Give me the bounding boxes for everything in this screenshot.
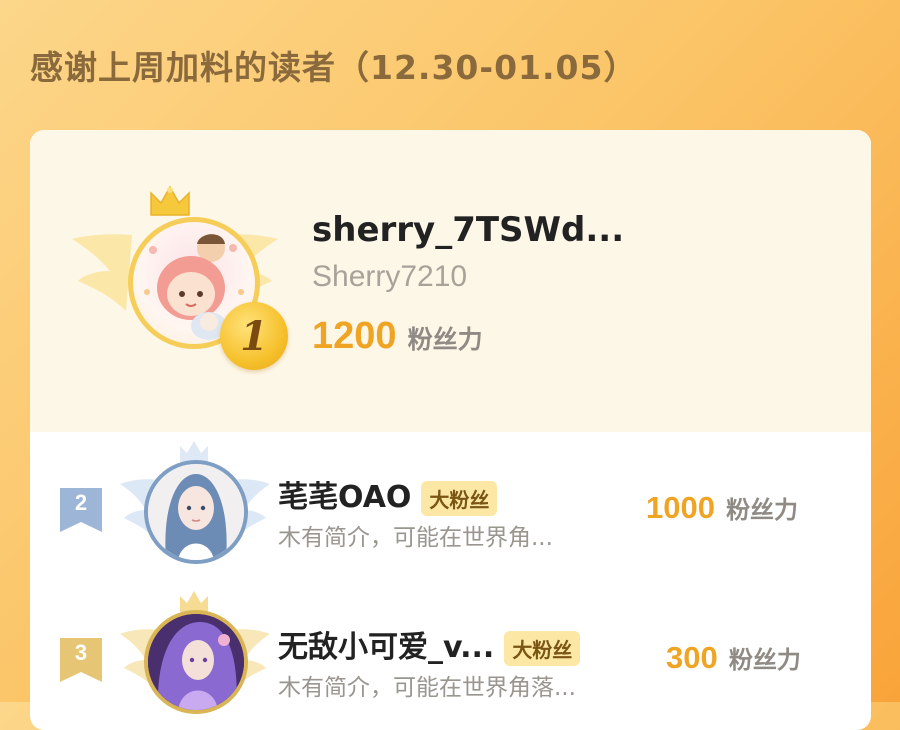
- fan-power-unit: 粉丝力: [726, 496, 799, 524]
- fan-power-value: 1000: [646, 490, 715, 525]
- user-name[interactable]: 芼芼OAO 大粉丝: [278, 472, 498, 516]
- avatar[interactable]: [144, 460, 248, 564]
- crown-icon: [150, 185, 190, 216]
- avatar[interactable]: [144, 610, 248, 714]
- rank-1-badge: 1: [220, 302, 288, 370]
- user-name-text: 无敌小可爱_v...: [278, 630, 495, 665]
- page-title: 感谢上周加料的读者（12.30-01.05）: [30, 48, 638, 87]
- fan-power-value: 1200: [312, 315, 397, 357]
- fan-tag: 大粉丝: [421, 481, 498, 516]
- first-place-section[interactable]: 1 sherry_7TSWd... Sherry7210 1200 粉丝力: [30, 130, 871, 432]
- user-name[interactable]: sherry_7TSWd...: [312, 210, 624, 250]
- avatar-illustration: [148, 614, 244, 710]
- rank-number: 2: [74, 490, 88, 515]
- avatar-illustration: [148, 464, 244, 560]
- fan-power-value: 300: [666, 640, 718, 675]
- user-handle: Sherry7210: [312, 260, 468, 293]
- fan-tag: 大粉丝: [504, 631, 581, 666]
- fan-power: 300 粉丝力: [666, 640, 801, 676]
- list-item[interactable]: 2 芼芼OAO 大粉丝 木有简介，可能在世界角... 1000 粉丝力: [30, 432, 871, 582]
- fan-power-unit: 粉丝力: [407, 325, 483, 354]
- fan-power: 1200 粉丝力: [312, 315, 483, 358]
- user-bio: 木有简介，可能在世界角落...: [278, 675, 576, 701]
- leaderboard-card: 1 sherry_7TSWd... Sherry7210 1200 粉丝力 2: [30, 130, 871, 730]
- list-item[interactable]: 3 无敌小可爱_v... 大粉丝 木有简介，可能在世界角落... 300 粉丝力: [30, 582, 871, 730]
- fan-power-unit: 粉丝力: [728, 646, 801, 674]
- fan-power: 1000 粉丝力: [646, 490, 798, 526]
- user-bio: 木有简介，可能在世界角...: [278, 525, 553, 551]
- user-name-text: 芼芼OAO: [278, 480, 412, 515]
- user-name[interactable]: 无敌小可爱_v... 大粉丝: [278, 622, 581, 666]
- rank-number: 3: [74, 640, 88, 665]
